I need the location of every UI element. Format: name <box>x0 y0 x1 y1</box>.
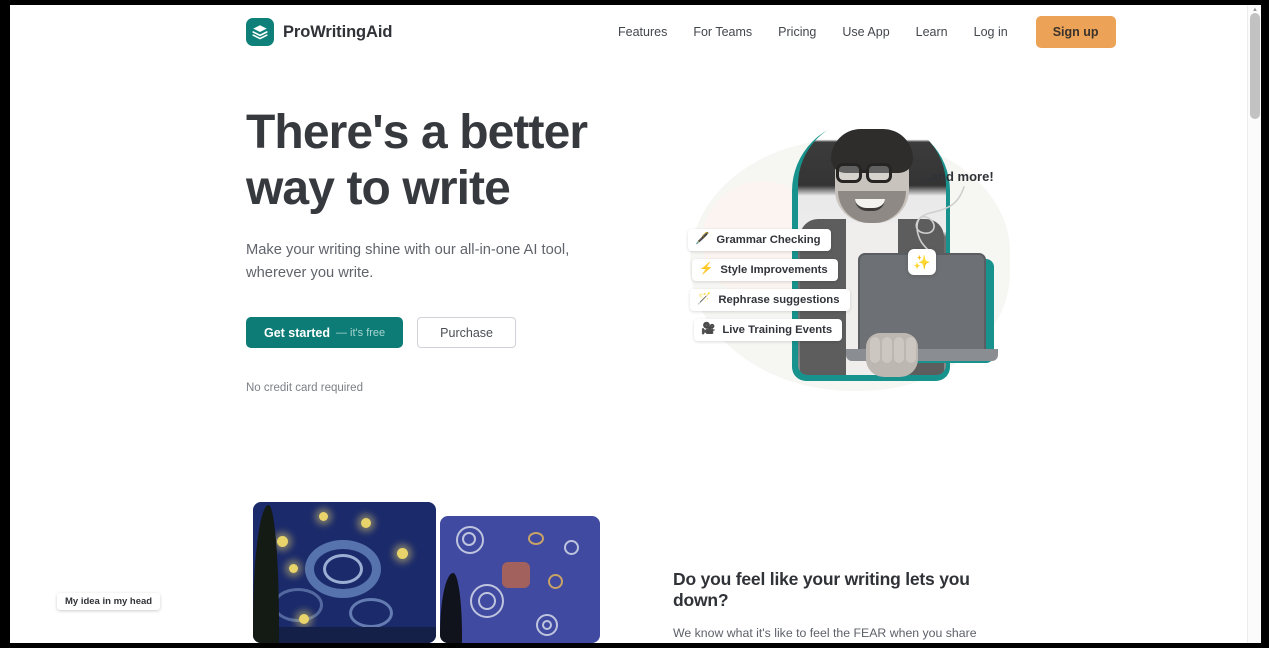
book-pages-icon <box>246 18 274 46</box>
swirl <box>273 588 323 622</box>
movie-camera-icon: 🎥 <box>701 323 716 336</box>
nav-item-for-teams[interactable]: For Teams <box>680 16 765 48</box>
browser-window: ProWritingAid Features For Teams Pricing… <box>0 0 1269 648</box>
feature-card-label: Live Training Events <box>722 324 833 336</box>
doodle-spiral <box>528 532 544 545</box>
doodle-spiral <box>548 574 563 589</box>
finger <box>870 337 880 363</box>
hero-actions: Get started — it's free Purchase <box>246 317 606 348</box>
doodle-illustration-card <box>440 516 600 643</box>
swirl <box>349 598 393 628</box>
feature-card-label: Rephrase suggestions <box>718 294 840 306</box>
site-header: ProWritingAid Features For Teams Pricing… <box>10 5 1247 61</box>
hero-section: There's a better way to write Make your … <box>10 61 1247 481</box>
purchase-button[interactable]: Purchase <box>417 317 516 348</box>
hero-title: There's a better way to write <box>246 106 588 215</box>
get-started-suffix: — it's free <box>336 326 386 339</box>
star <box>289 564 298 573</box>
feature-card-row: ⚡ Style Improvements <box>692 259 850 289</box>
curly-arrow-icon <box>915 186 965 256</box>
doodle-cypress-tree <box>440 573 462 643</box>
get-started-label: Get started <box>264 325 330 340</box>
finger <box>906 337 916 363</box>
nav-item-pricing[interactable]: Pricing <box>765 16 829 48</box>
cypress-tree <box>253 505 279 643</box>
finger <box>894 337 904 363</box>
eyeglasses-bridge <box>862 170 868 173</box>
eyeglasses-left-lens <box>836 163 862 183</box>
vertical-scrollbar[interactable]: ▲ <box>1247 5 1261 643</box>
brand-name: ProWritingAid <box>283 22 393 41</box>
star <box>361 518 371 528</box>
eyeglasses-right-lens <box>866 163 892 183</box>
doodle-spiral <box>478 592 496 610</box>
finger <box>882 337 892 363</box>
doodle-spiral <box>564 540 579 555</box>
lightning-bolt-icon: ⚡ <box>699 263 714 276</box>
nav-item-use-app[interactable]: Use App <box>829 16 902 48</box>
main-navigation: Features For Teams Pricing Use App Learn… <box>605 16 1116 48</box>
feature-card-label: Style Improvements <box>720 264 828 276</box>
hero-copy: There's a better way to write Make your … <box>246 105 606 394</box>
lower-heading: Do you feel like your writing lets you d… <box>673 569 970 610</box>
person-hand <box>866 333 918 377</box>
doodle-blob <box>502 562 530 588</box>
feature-card-row: 🪄 Rephrase suggestions <box>690 289 850 319</box>
star <box>277 536 288 547</box>
nav-item-learn[interactable]: Learn <box>903 16 961 48</box>
lower-body-text: We know what it's like to feel the FEAR … <box>673 626 977 640</box>
feature-cards-list: 🖋️ Grammar Checking ⚡ Style Improvements <box>688 229 850 349</box>
nav-item-log-in[interactable]: Log in <box>961 16 1021 48</box>
feature-card-live-training-events[interactable]: 🎥 Live Training Events <box>694 319 843 341</box>
nav-item-features[interactable]: Features <box>605 16 680 48</box>
doodle-spiral <box>542 620 552 630</box>
feature-card-label: Grammar Checking <box>716 234 821 246</box>
hero-subtitle: Make your writing shine with our all-in-… <box>246 242 570 281</box>
sparkle-badge: ✨ <box>908 249 936 275</box>
brand-logo[interactable]: ProWritingAid <box>246 18 392 46</box>
get-started-button[interactable]: Get started — it's free <box>246 317 404 348</box>
hero-illustration: ...and more! ✨ 🖋️ Grammar Checking ⚡ Sty… <box>670 111 1030 441</box>
feature-card-grammar-checking[interactable]: 🖋️ Grammar Checking <box>688 229 831 251</box>
starry-night-image <box>253 502 436 643</box>
doodle-spiral <box>462 532 476 546</box>
page-content: ProWritingAid Features For Teams Pricing… <box>10 5 1247 643</box>
idea-caption-label: My idea in my head <box>57 593 161 610</box>
scrollbar-thumb[interactable] <box>1250 13 1260 119</box>
starry-hill <box>253 627 436 643</box>
star <box>299 614 309 624</box>
feature-card-row: 🖋️ Grammar Checking <box>688 229 850 259</box>
feature-card-style-improvements[interactable]: ⚡ Style Improvements <box>692 259 838 281</box>
magic-wand-icon: 🪄 <box>697 293 712 306</box>
swirl <box>323 554 363 584</box>
lower-copy: Do you feel like your writing lets you d… <box>673 569 1021 643</box>
fountain-pen-icon: 🖋️ <box>695 233 710 246</box>
star <box>397 548 408 559</box>
lower-section: My idea in my head Do you feel like your… <box>10 481 1247 643</box>
feature-card-rephrase-suggestions[interactable]: 🪄 Rephrase suggestions <box>690 289 850 311</box>
and-more-label: ...and more! <box>920 169 994 184</box>
star <box>319 512 328 521</box>
feature-card-row: 🎥 Live Training Events <box>694 319 850 349</box>
page-viewport: ProWritingAid Features For Teams Pricing… <box>10 5 1261 643</box>
no-credit-card-note: No credit card required <box>246 382 363 394</box>
sign-up-button[interactable]: Sign up <box>1035 16 1116 48</box>
